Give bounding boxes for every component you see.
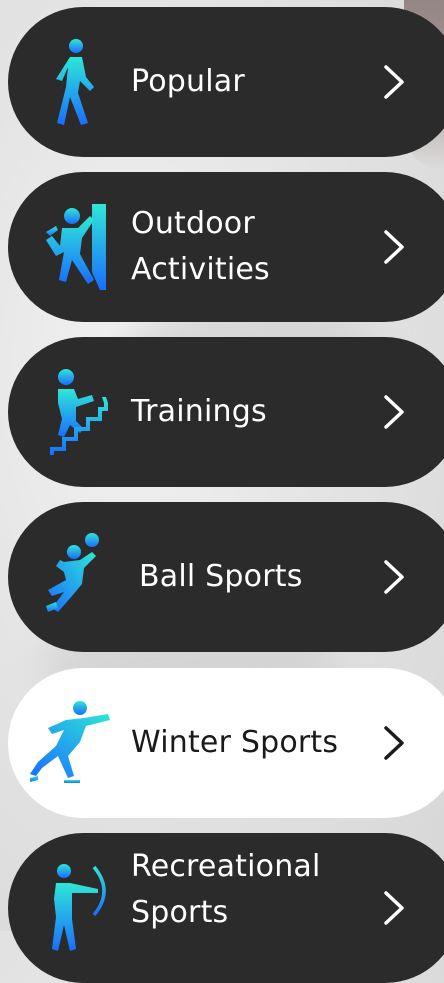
menu-item-label: Winter Sports: [131, 725, 339, 760]
chevron-right-icon: [380, 229, 408, 265]
menu-item-outdoor-activities[interactable]: Outdoor Activities: [8, 172, 444, 322]
menu-item-popular[interactable]: Popular: [8, 7, 444, 157]
menu-item-trainings[interactable]: Trainings: [8, 337, 444, 487]
chevron-right-icon: [380, 559, 408, 595]
chevron-right-icon: [380, 64, 408, 100]
menu-item-label: Ball Sports: [139, 559, 303, 594]
skating-icon: [28, 698, 114, 788]
walking-person-icon: [42, 37, 114, 127]
chevron-right-icon: [380, 394, 408, 430]
chevron-right-icon: [380, 725, 408, 761]
menu-item-label: Recreational Sports: [131, 849, 321, 930]
menu-item-label: Trainings: [131, 394, 267, 429]
menu-item-recreational-sports[interactable]: Recreational Sports: [8, 833, 444, 983]
volleyball-icon: [42, 532, 114, 622]
climbing-icon: [42, 202, 114, 292]
menu-item-winter-sports[interactable]: Winter Sports: [8, 668, 444, 818]
archery-icon: [42, 863, 114, 953]
chevron-right-icon: [380, 890, 408, 926]
stair-climbing-icon: [42, 367, 114, 457]
menu-item-ball-sports[interactable]: Ball Sports: [8, 502, 444, 652]
activity-menu-screen: { "menu": { "items": [ {"label": "Popula…: [0, 0, 444, 983]
menu-item-label: Popular: [131, 64, 245, 99]
menu-item-label: Outdoor Activities: [131, 206, 270, 287]
